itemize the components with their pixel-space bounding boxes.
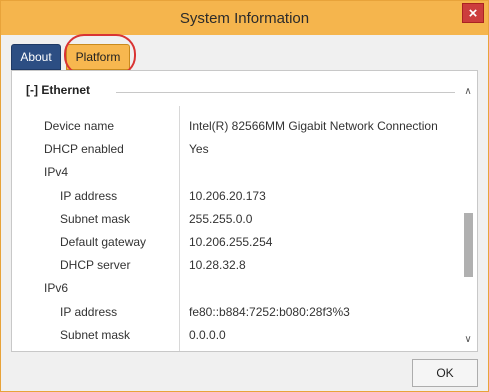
property-value: Intel(R) 82566MM Gigabit Network Connect…	[189, 119, 438, 133]
system-information-window: System Information × About Platform [-] …	[0, 0, 489, 392]
property-value: Yes	[189, 142, 209, 157]
property-key: DHCP server	[60, 258, 131, 273]
property-value: fe80::b884:7252:b080:28f3%3	[189, 304, 350, 319]
property-key: DHCP enabled	[44, 142, 124, 157]
property-value: 10.28.32.8	[189, 258, 246, 273]
title-bar: System Information ×	[1, 1, 488, 35]
property-row: DHCP enabled Yes	[12, 138, 461, 160]
property-key: Device name	[44, 119, 115, 133]
window-title: System Information	[179, 10, 310, 27]
property-row: IPv6	[12, 277, 461, 299]
property-value: 10.206.20.173	[189, 188, 266, 203]
close-icon: ×	[468, 5, 478, 22]
property-key: IP address	[60, 188, 118, 203]
property-key: Subnet mask	[60, 211, 131, 226]
tab-strip: About Platform	[11, 44, 478, 70]
vertical-scrollbar[interactable]: ∧ ∨	[459, 71, 477, 351]
property-row: IPv4	[12, 161, 461, 183]
property-row: DHCP server 10.28.32.8	[12, 254, 461, 276]
chevron-down-icon[interactable]: ∨	[459, 331, 477, 349]
property-row: Subnet mask 0.0.0.0	[12, 324, 461, 346]
property-key: IP address	[60, 304, 118, 319]
property-row: IP address 10.206.20.173	[12, 185, 461, 207]
property-row: Device name Intel(R) 82566MM Gigabit Netw…	[12, 115, 461, 137]
property-key: IPv6	[44, 281, 69, 296]
property-key: Subnet mask	[60, 327, 131, 342]
close-button[interactable]: ×	[462, 3, 484, 23]
tab-platform[interactable]: Platform	[66, 44, 130, 70]
property-row: Subnet mask 255.255.0.0	[12, 208, 461, 230]
chevron-up-icon[interactable]: ∧	[459, 83, 477, 101]
scrollbar-thumb[interactable]	[464, 213, 473, 277]
group-divider	[116, 92, 455, 93]
tab-about[interactable]: About	[11, 44, 61, 70]
ethernet-group-header[interactable]: [-] Ethernet	[26, 83, 90, 97]
ok-button[interactable]: OK	[412, 359, 478, 387]
property-row: IP address fe80::b884:7252:b080:28f3%3	[12, 301, 461, 323]
details-panel: [-] Ethernet Device name Intel(R) 82566MM…	[11, 70, 478, 352]
property-value: 10.206.255.254	[189, 235, 273, 249]
property-key: Default gateway	[60, 235, 147, 249]
property-key: IPv4	[44, 165, 69, 180]
property-row: Default gateway 10.206.255.254	[12, 231, 461, 253]
property-value: 0.0.0.0	[189, 327, 226, 342]
property-value: 255.255.0.0	[189, 211, 253, 226]
